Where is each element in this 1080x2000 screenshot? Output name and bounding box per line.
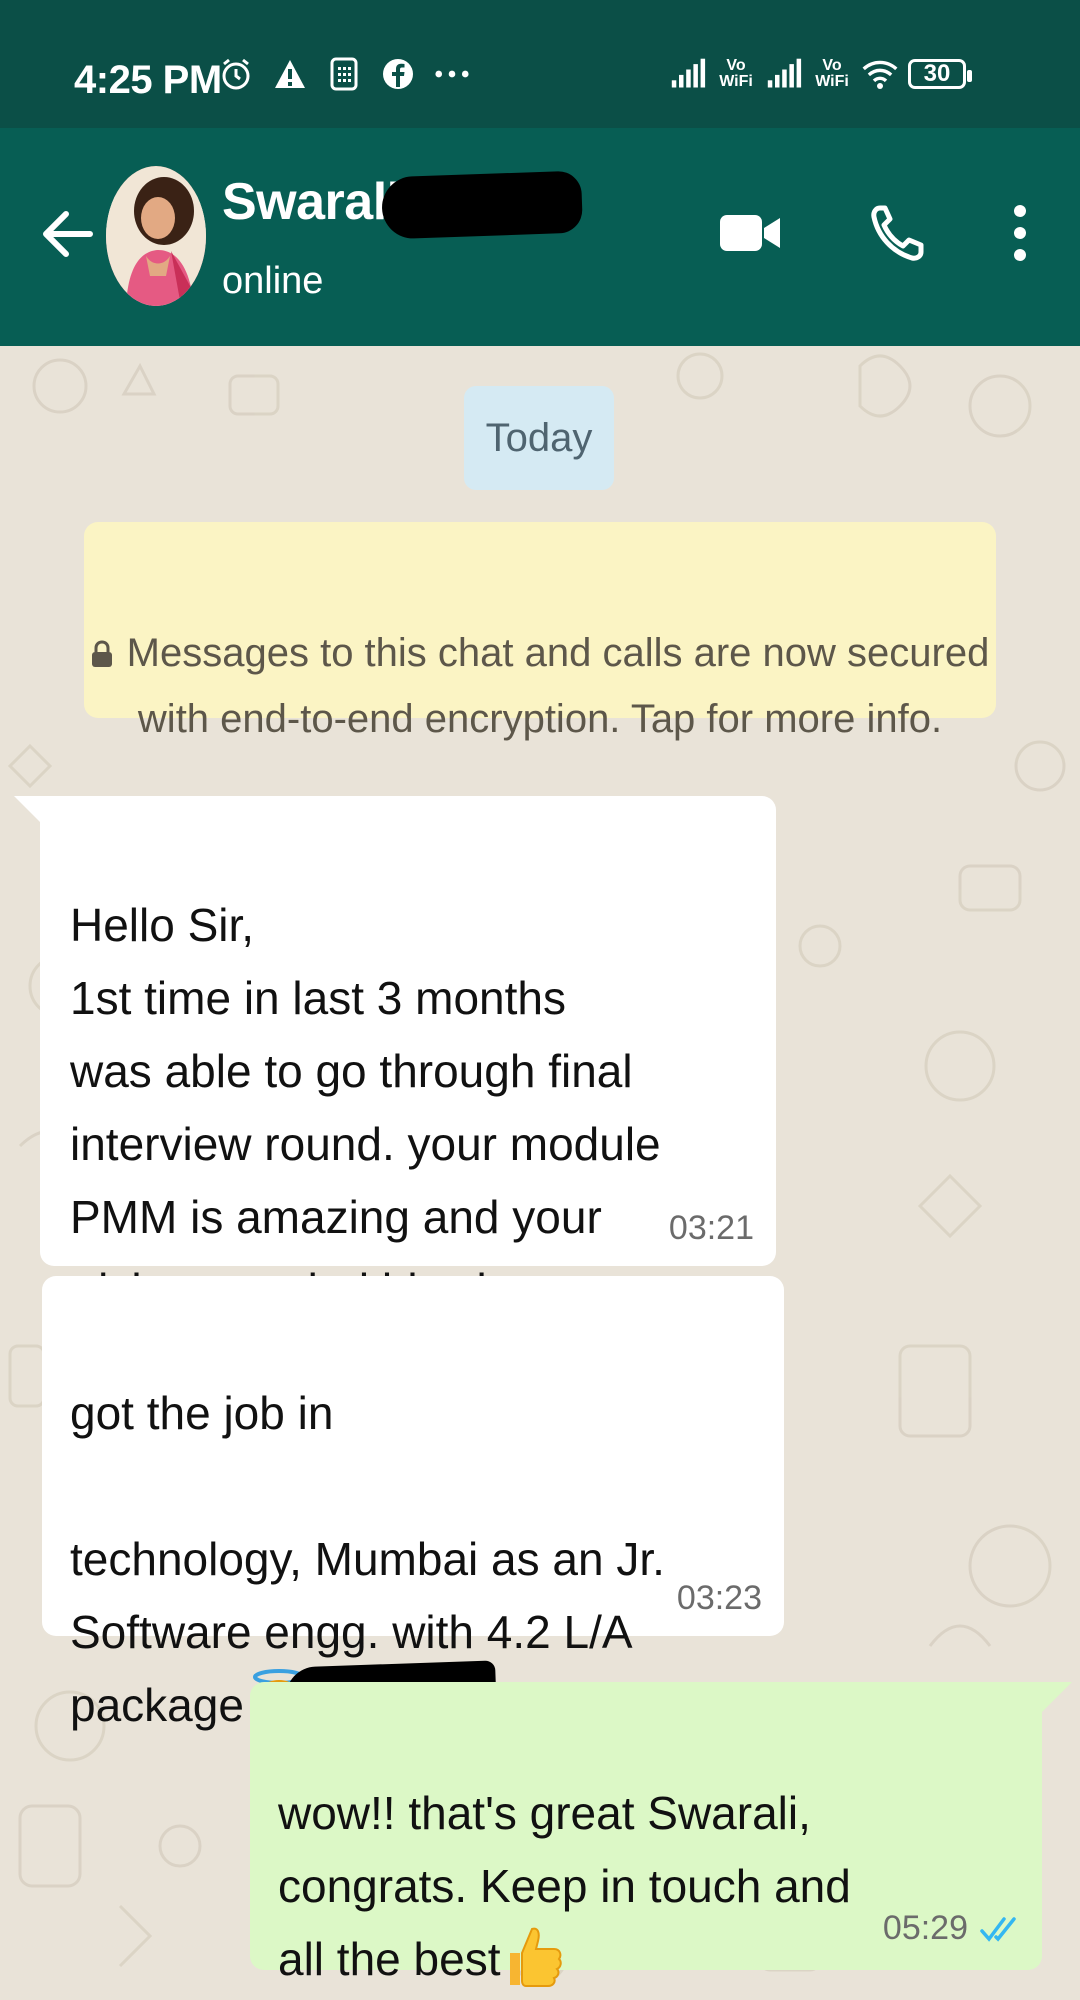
phone-icon[interactable] [862, 198, 932, 268]
battery-indicator: 30 [908, 59, 972, 89]
thumbs-up-icon [502, 1923, 568, 1989]
alert-triangle-icon [272, 56, 308, 92]
vo-wifi-label-2: Vo WiFi [815, 57, 849, 90]
sim-card-icon [326, 56, 362, 92]
encryption-notice-text: Messages to this chat and calls are now … [84, 554, 996, 752]
incoming-message[interactable]: got the job in technology, Mumbai as an … [42, 1276, 784, 1734]
alarm-icon [218, 56, 254, 92]
video-call-icon[interactable] [716, 198, 786, 268]
vo-wifi-label-1: Vo WiFi [719, 57, 753, 90]
avatar[interactable] [106, 166, 206, 306]
lock-icon [91, 622, 113, 667]
signal-icon [670, 56, 706, 92]
chat-header: Swarali online [0, 128, 1080, 346]
incoming-message[interactable]: Hello Sir, 1st time in last 3 months was… [40, 796, 776, 1316]
message-text: Hello Sir, 1st time in last 3 months was… [70, 899, 661, 1316]
message-time: 03:21 [668, 1209, 754, 1247]
bubble-tail [1042, 1682, 1072, 1712]
chat-area[interactable]: Today Messages to this chat and calls ar… [0, 346, 1080, 2000]
message-time: 03:23 [676, 1579, 762, 1617]
encryption-text: Messages to this chat and calls are now … [126, 631, 990, 741]
read-double-tick-icon [980, 1912, 1020, 1952]
status-time: 4:25 PM [74, 58, 222, 102]
outgoing-message[interactable]: wow!! that's great Swarali, congrats. Ke… [250, 1682, 1042, 1987]
message-time-row: 05:29 [883, 1868, 1020, 1952]
encryption-notice[interactable]: Messages to this chat and calls are now … [84, 522, 996, 741]
notification-icons [218, 56, 470, 92]
more-icon [434, 56, 470, 92]
more-vertical-icon[interactable] [985, 198, 1055, 268]
redaction-mark [380, 170, 584, 240]
system-status-icons: Vo WiFi Vo WiFi 30 [670, 56, 972, 92]
message-text: got the job in [70, 1387, 334, 1439]
date-chip: Today [464, 386, 614, 490]
whatsapp-chat-screen: 4:25 PM Vo WiFi Vo WiFi 30 Swarali onlin… [0, 0, 1080, 2000]
wifi-icon [862, 56, 898, 92]
contact-name[interactable]: Swarali [222, 172, 401, 232]
message-time: 05:29 [882, 1909, 968, 1947]
signal-icon-2 [766, 56, 802, 92]
facebook-icon [380, 56, 416, 92]
contact-status: online [222, 260, 324, 302]
status-bar: 4:25 PM Vo WiFi Vo WiFi 30 [0, 0, 1080, 128]
back-arrow-icon[interactable] [36, 202, 100, 266]
